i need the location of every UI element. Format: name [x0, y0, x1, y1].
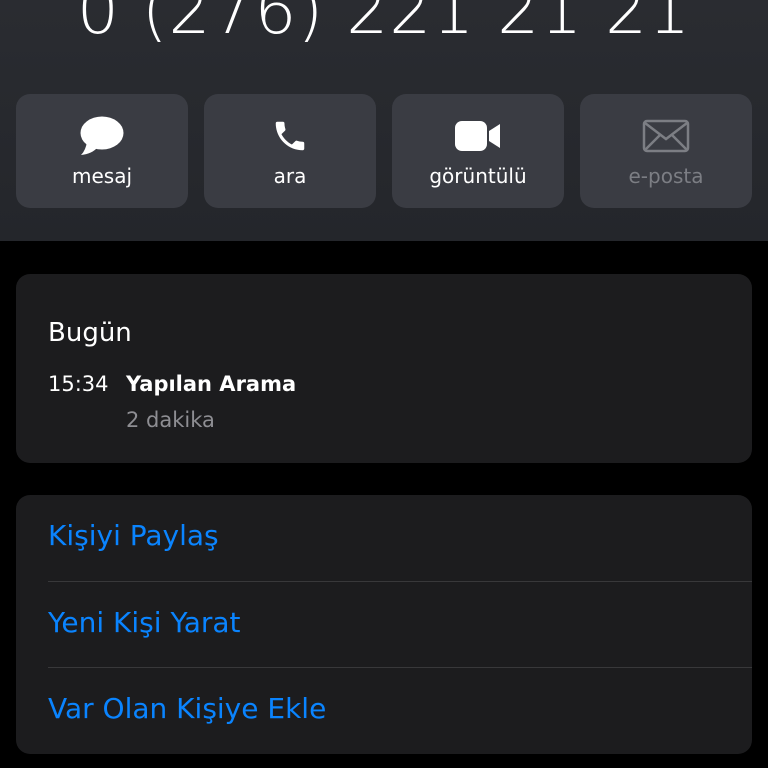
video-call-button[interactable]: görüntülü: [392, 94, 564, 208]
message-bubble-icon: [16, 114, 188, 158]
quick-actions: mesaj ara görüntülü e-posta: [16, 94, 752, 208]
phone-icon: [204, 114, 376, 158]
recents-day-title: Bugün: [48, 318, 132, 348]
call-button-label: ara: [273, 164, 307, 188]
email-button[interactable]: e-posta: [580, 94, 752, 208]
share-contact-item[interactable]: Kişiyi Paylaş: [16, 495, 752, 581]
contact-detail-screen: 0 (276) 221 21 21 mesaj ara görüntülü e-…: [0, 0, 768, 768]
add-to-existing-contact-item[interactable]: Var Olan Kişiye Ekle: [16, 668, 752, 754]
email-button-label: e-posta: [628, 164, 704, 188]
contact-header: 0 (276) 221 21 21 mesaj ara görüntülü e-…: [0, 0, 768, 241]
video-call-button-label: görüntülü: [429, 164, 527, 188]
phone-number: 0 (276) 221 21 21: [76, 0, 692, 49]
share-contact-label: Kişiyi Paylaş: [48, 519, 219, 552]
call-button[interactable]: ara: [204, 94, 376, 208]
add-to-existing-contact-label: Var Olan Kişiye Ekle: [48, 692, 327, 725]
message-button-label: mesaj: [71, 164, 133, 188]
message-button[interactable]: mesaj: [16, 94, 188, 208]
create-new-contact-item[interactable]: Yeni Kişi Yarat: [16, 582, 752, 668]
recent-calls-card: Bugün 15:34 Yapılan Arama 2 dakika: [16, 274, 752, 463]
envelope-icon: [580, 114, 752, 158]
video-camera-icon: [392, 114, 564, 158]
call-time: 15:34: [48, 372, 109, 396]
call-duration: 2 dakika: [126, 408, 215, 432]
contact-options-card: Kişiyi Paylaş Yeni Kişi Yarat Var Olan K…: [16, 495, 752, 754]
call-type: Yapılan Arama: [126, 372, 297, 396]
create-new-contact-label: Yeni Kişi Yarat: [48, 606, 241, 639]
